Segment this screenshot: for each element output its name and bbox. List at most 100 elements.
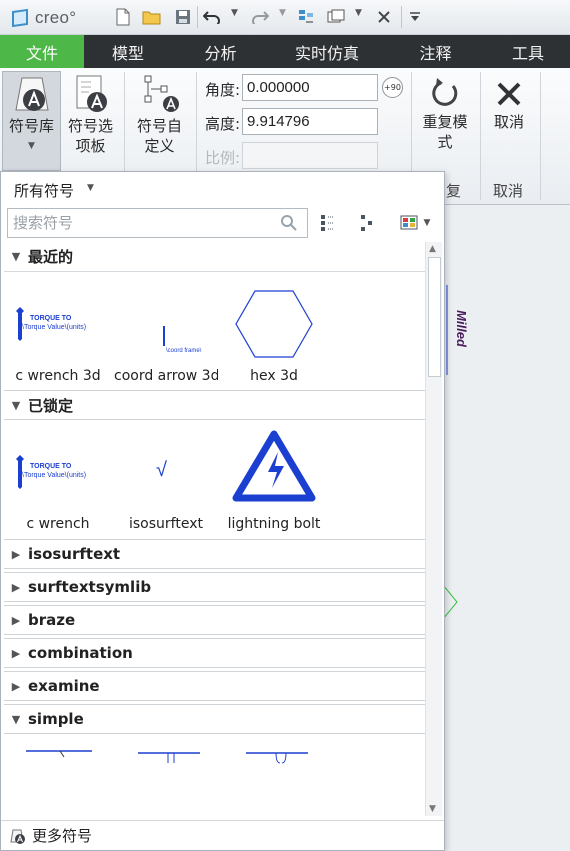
symbol-palette-label-2: 项板 (75, 137, 106, 155)
symbol-c-wrench-3d[interactable]: TORQUE TO \Torque Value\(units) c wrench… (6, 276, 110, 384)
angle-label: 角度: (205, 81, 241, 99)
symbol-search-input[interactable] (8, 209, 268, 237)
drawing-canvas[interactable]: Milled (443, 205, 570, 851)
cancel-label: 取消 (493, 113, 524, 131)
section-recent[interactable]: ▼ 最近的 (4, 242, 425, 272)
section-locked[interactable]: ▼ 已锁定 (4, 390, 425, 420)
simple-symbol-1-thumbnail (8, 742, 108, 802)
symbol-hex-3d-thumbnail (224, 276, 324, 366)
symbol-caption: c wrench 3d (15, 368, 101, 384)
symbol-isosurftext-thumbnail: √ (116, 424, 216, 514)
symbol-library-small-icon (10, 829, 25, 844)
collapse-all-icon[interactable] (356, 212, 378, 234)
symbol-c-wrench-thumbnail: TORQUE TO \Torque Value\(units) (8, 424, 108, 514)
symbol-caption: c wrench (26, 516, 90, 532)
collapsed-arrow-icon: ▶ (11, 547, 21, 561)
undo-icon[interactable] (202, 7, 222, 27)
symbol-library-button[interactable]: 符号库 ▼ (2, 71, 61, 171)
milled-annotation: Milled (453, 310, 469, 347)
height-label: 高度: (205, 115, 241, 133)
cancel-button[interactable]: 取消 (484, 76, 534, 132)
torque-label-2: \Torque Value\(units) (22, 324, 86, 331)
custom-symbol-icon (144, 75, 179, 112)
collapsed-arrow-icon: ▶ (11, 580, 21, 594)
symbol-caption: lightning bolt (227, 516, 321, 532)
open-folder-icon[interactable] (142, 7, 162, 27)
scale-input[interactable] (242, 142, 378, 169)
scrollbar-thumb[interactable] (428, 257, 441, 377)
symbol-lightning-bolt[interactable]: lightning bolt (222, 424, 326, 532)
tab-live-simulation[interactable]: 实时仿真 (269, 35, 385, 68)
app-logo: creo° (12, 8, 76, 28)
app-logo-text: creo° (35, 8, 77, 27)
search-icon[interactable] (280, 214, 297, 235)
symbol-palette-icon (76, 75, 107, 112)
symbol-palette-dropdown: 所有符号 ▼ ▼ ▼ 最近的 (0, 171, 445, 851)
palette-filter[interactable]: 所有符号 ▼ (1, 172, 444, 206)
tab-file[interactable]: 文件 (0, 35, 84, 68)
symbol-caption: isosurftext (129, 516, 203, 532)
symbol-hex-3d[interactable]: hex 3d (222, 276, 326, 384)
symbol-c-wrench-3d-thumbnail: TORQUE TO \Torque Value\(units) (8, 276, 108, 366)
simple-symbol-3[interactable] (222, 742, 326, 802)
cancel-group-label: 取消 (493, 182, 524, 200)
section-label: examine (28, 677, 100, 695)
tab-model[interactable]: 模型 (84, 35, 172, 68)
simple-symbol-2[interactable] (114, 742, 218, 802)
regenerate-icon[interactable] (296, 7, 316, 27)
close-window-icon[interactable] (374, 7, 394, 27)
section-simple[interactable]: ▼ simple (4, 704, 425, 734)
section-surftextsymlib[interactable]: ▶ surftextsymlib (4, 572, 425, 602)
symbol-palette-button[interactable]: 符号选 项板 (63, 72, 118, 156)
custom-symbol-button[interactable]: 符号自 定义 (131, 72, 188, 156)
window-dropdown-icon[interactable]: ▼ (355, 8, 362, 18)
section-label: isosurftext (28, 545, 121, 563)
angle-input[interactable] (242, 74, 378, 101)
torque-label-2: \Torque Value\(units) (22, 472, 86, 479)
undo-dropdown-icon[interactable]: ▼ (231, 8, 238, 18)
expand-all-icon[interactable] (316, 212, 338, 234)
more-symbols-label: 更多符号 (32, 827, 93, 845)
section-examine[interactable]: ▶ examine (4, 671, 425, 701)
collapsed-arrow-icon: ▶ (11, 646, 21, 660)
scroll-up-icon[interactable]: ▲ (429, 244, 436, 254)
creo-window: creo° ▼ ▼ ▼ 文件 模型 分析 实时仿真 注释 工具 符号库 ▼ 符号… (0, 0, 570, 851)
section-label: surftextsymlib (28, 578, 152, 596)
section-combination[interactable]: ▶ combination (4, 638, 425, 668)
quick-access-toolbar: creo° ▼ ▼ ▼ (0, 0, 570, 35)
redo-dropdown-icon[interactable]: ▼ (279, 8, 286, 18)
customize-icon[interactable] (405, 7, 425, 27)
symbol-c-wrench[interactable]: TORQUE TO \Torque Value\(units) c wrench (6, 424, 110, 532)
section-label: combination (28, 644, 133, 662)
tab-annotate[interactable]: 注释 (385, 35, 486, 68)
more-symbols-link[interactable]: 更多符号 (1, 820, 444, 850)
save-icon[interactable] (173, 7, 193, 27)
tab-analysis[interactable]: 分析 (172, 35, 269, 68)
torque-label-1: TORQUE TO (30, 463, 72, 470)
section-braze[interactable]: ▶ braze (4, 605, 425, 635)
window-icon[interactable] (326, 7, 346, 27)
height-input[interactable] (242, 108, 378, 135)
section-isosurftext[interactable]: ▶ isosurftext (4, 539, 425, 569)
scale-label: 比例: (205, 149, 241, 167)
symbol-list-scrollbar[interactable]: ▲ ▼ (425, 242, 442, 816)
simple-symbol-1[interactable] (6, 742, 110, 802)
view-options-dropdown-icon: ▼ (423, 218, 431, 228)
tab-tools[interactable]: 工具 (486, 35, 570, 68)
rotate-90-button[interactable]: +90 (382, 77, 403, 98)
expanded-arrow-icon: ▼ (11, 712, 21, 726)
expanded-arrow-icon: ▼ (11, 250, 21, 263)
symbol-search-box (7, 208, 308, 238)
symbol-coord-arrow-3d[interactable]: \coord frame\ coord arrow 3d (114, 276, 218, 384)
symbol-isosurftext[interactable]: √ isosurftext (114, 424, 218, 532)
repeat-mode-button[interactable]: 重复模 式 (414, 76, 476, 152)
symbol-caption: hex 3d (250, 368, 298, 384)
scroll-down-icon[interactable]: ▼ (429, 804, 436, 814)
rotate-90-label: +90 (384, 83, 401, 92)
section-label: braze (28, 611, 76, 629)
new-file-icon[interactable] (113, 7, 133, 27)
view-options-icon[interactable]: ▼ (396, 212, 434, 234)
coord-frame-label: \coord frame\ (166, 348, 202, 354)
redo-icon[interactable] (250, 7, 270, 27)
symbol-list: ▼ 最近的 TORQUE TO \Torque Value\(units) c … (4, 242, 425, 816)
